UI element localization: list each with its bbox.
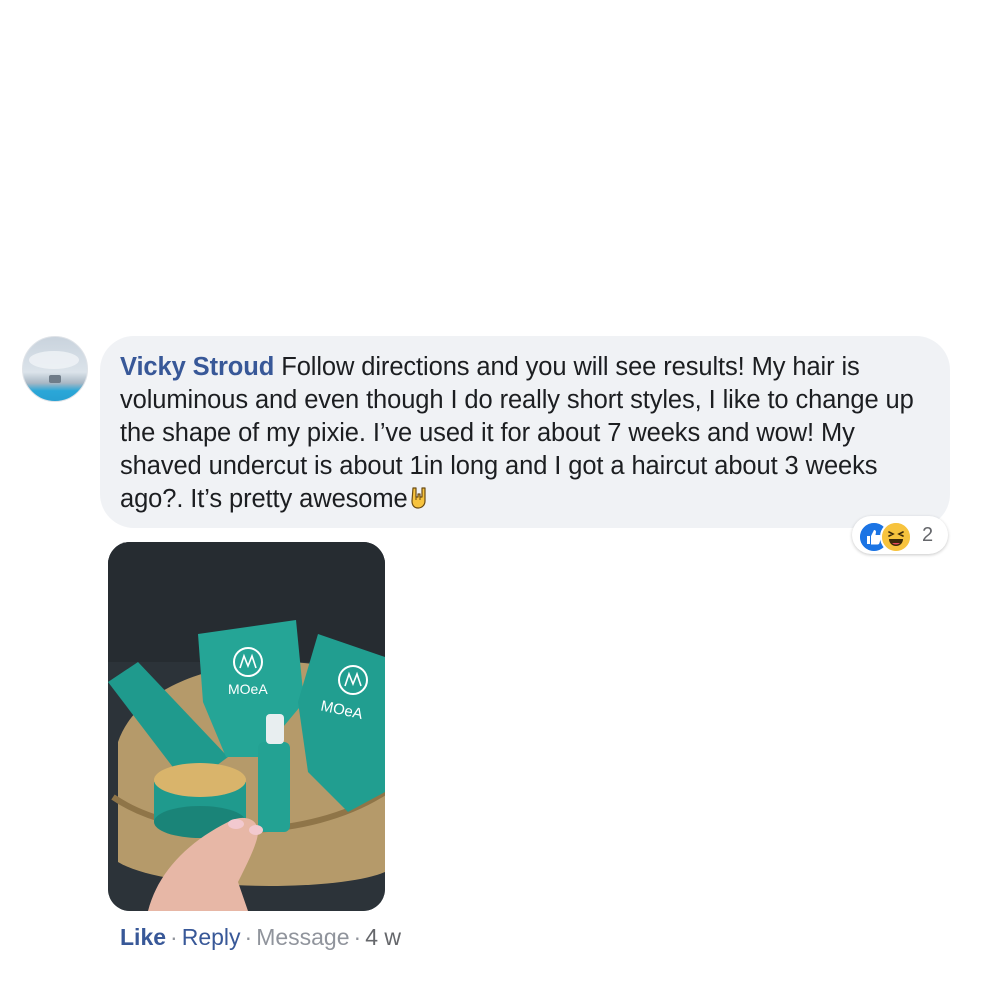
reaction-count: 2 [922, 524, 934, 546]
separator: · [353, 924, 362, 950]
comment-body: Vicky Stroud Follow directions and you w… [120, 351, 930, 516]
attached-photo[interactable]: MOeA MOeA [108, 542, 385, 911]
comment-actions: Like · Reply · Message · 4 w [120, 924, 401, 951]
timestamp[interactable]: 4 w [365, 924, 401, 950]
rock-on-hand-icon [411, 487, 426, 509]
product-photo: MOeA MOeA [108, 542, 385, 911]
author-name[interactable]: Vicky Stroud [120, 353, 274, 381]
comment-bubble: Vicky Stroud Follow directions and you w… [100, 336, 950, 528]
reply-link[interactable]: Reply [182, 924, 241, 950]
haha-icon [880, 521, 912, 553]
separator: · [244, 924, 253, 950]
message-link[interactable]: Message [256, 924, 349, 950]
like-link[interactable]: Like [120, 924, 166, 950]
reactions-summary[interactable]: 2 [852, 516, 948, 554]
avatar-figure [49, 375, 61, 383]
author-avatar[interactable] [22, 336, 88, 402]
separator: · [170, 924, 178, 950]
logo-text-center: MOeA [228, 681, 268, 697]
avatar-sky [29, 351, 79, 369]
